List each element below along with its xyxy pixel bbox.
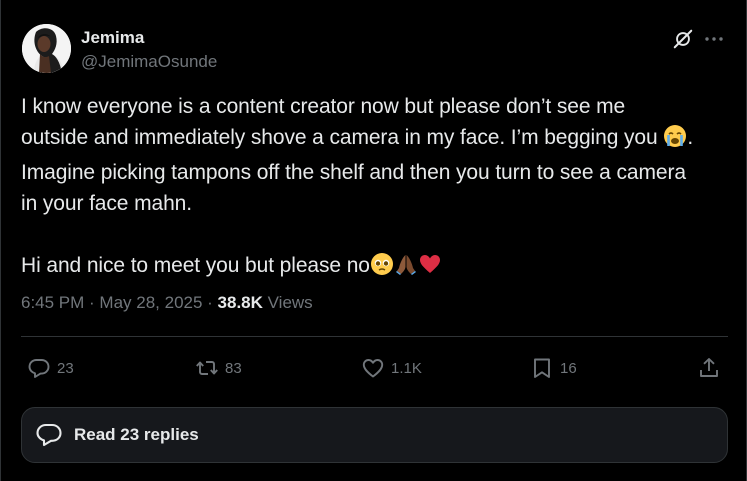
reply-count: 23 — [57, 359, 74, 377]
speech-bubble-icon — [36, 423, 62, 447]
grok-icon[interactable] — [672, 28, 694, 50]
share-button[interactable] — [697, 354, 721, 382]
tweet-card: Jemima @JemimaOsunde I know everyone is … — [0, 0, 747, 481]
bookmark-count: 16 — [560, 359, 577, 377]
bookmark-button[interactable]: 16 — [530, 354, 577, 382]
author-name[interactable]: Jemima — [81, 28, 144, 48]
views-count[interactable]: 38.8K — [218, 293, 263, 312]
tweet-meta: 6:45 PM · May 28, 2025 · 38.8K Views — [21, 293, 313, 313]
retweet-icon — [196, 361, 218, 375]
like-count: 1.1K — [391, 359, 422, 377]
loudly-crying-face-icon — [663, 124, 687, 157]
pleading-face-icon — [370, 252, 394, 285]
left-border — [0, 0, 1, 481]
views-label[interactable]: Views — [263, 293, 313, 312]
tweet-text: I know everyone is a content creator now… — [21, 91, 733, 285]
reply-icon — [28, 359, 50, 378]
like-button[interactable]: 1.1K — [361, 354, 422, 382]
retweet-count: 83 — [225, 359, 242, 377]
divider — [21, 336, 728, 337]
read-replies-button[interactable]: Read 23 replies — [21, 407, 728, 463]
meta-separator: · — [202, 293, 218, 312]
bookmark-icon — [534, 358, 550, 378]
more-icon[interactable] — [702, 27, 726, 51]
avatar[interactable] — [22, 24, 71, 73]
tweet-time[interactable]: 6:45 PM — [21, 293, 84, 312]
read-replies-label: Read 23 replies — [74, 425, 199, 444]
author-handle[interactable]: @JemimaOsunde — [81, 52, 217, 72]
folded-hands-icon — [394, 252, 418, 285]
share-icon — [700, 358, 718, 377]
red-heart-icon — [418, 252, 442, 285]
meta-separator: · — [84, 293, 100, 312]
tweet-date[interactable]: May 28, 2025 — [99, 293, 202, 312]
avatar-image — [22, 24, 71, 73]
reply-button[interactable]: 23 — [27, 354, 74, 382]
like-icon — [362, 359, 384, 378]
retweet-button[interactable]: 83 — [195, 354, 242, 382]
tweet-text-part1: I know everyone is a content creator now… — [21, 95, 658, 149]
